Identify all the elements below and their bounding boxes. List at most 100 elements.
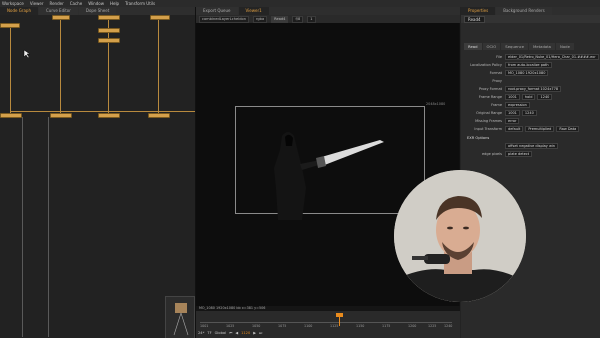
- menu-workspace[interactable]: Workspace: [2, 0, 24, 7]
- subtab-metadata[interactable]: Metadata: [529, 43, 556, 50]
- transport-controls: 24* TF Global ⏮ ◀ 1120 ▶ ⏭: [198, 329, 262, 336]
- wire: [158, 19, 159, 115]
- last-frame-field[interactable]: 1240: [537, 94, 553, 100]
- tick-label: 1175: [382, 324, 391, 328]
- param-row-frame: Frame expression: [461, 102, 600, 108]
- input-layer-select[interactable]: combinedLayerLcheldon: [199, 15, 249, 23]
- node-graph-navigator[interactable]: [165, 296, 195, 338]
- wire: [108, 19, 109, 115]
- timeline[interactable]: 1001 1025 1050 1075 1100 1125 1150 1175 …: [196, 311, 460, 338]
- wire: [10, 111, 195, 112]
- tab-dope-sheet[interactable]: Dope Sheet: [78, 7, 117, 15]
- node-graph-tabbar: Node Graph Curve Editor Dope Sheet: [0, 7, 195, 15]
- before-select[interactable]: hold: [521, 94, 536, 100]
- gamma-control[interactable]: 1: [307, 15, 316, 23]
- input-transform-select[interactable]: default: [505, 126, 524, 132]
- current-frame-field[interactable]: 1120: [241, 330, 250, 336]
- node-graph-panel[interactable]: Node Graph Curve Editor Dope Sheet: [0, 7, 196, 338]
- param-row-proxy: Proxy: [461, 78, 600, 84]
- wire: [22, 117, 23, 337]
- timeline-ruler[interactable]: [200, 317, 452, 323]
- subtab-node[interactable]: Node: [556, 43, 574, 50]
- format-label: 2048x1080: [426, 102, 446, 106]
- param-row-input-transform: Input Transform default Premultiplied Ra…: [461, 126, 600, 132]
- edge-pixels-select[interactable]: plate detect: [505, 151, 533, 157]
- subtab-ocio[interactable]: OCIO: [482, 43, 501, 50]
- read-node[interactable]: [0, 23, 20, 28]
- proxy-format-select[interactable]: root.proxy_format 1024x778: [505, 86, 562, 92]
- merge-node[interactable]: [148, 113, 170, 118]
- premultiplied-checkbox[interactable]: Premultiplied: [525, 126, 555, 132]
- param-label: Missing Frames: [475, 119, 502, 123]
- subtab-read[interactable]: Read: [464, 43, 482, 50]
- param-label: Localization Policy: [470, 63, 502, 67]
- skip-start-icon[interactable]: ⏮: [229, 330, 232, 336]
- fps-field[interactable]: 24*: [198, 330, 204, 336]
- mouse-cursor-icon: [23, 49, 31, 59]
- orig-last-field[interactable]: 1240: [521, 110, 537, 116]
- step-back-icon[interactable]: ◀: [235, 330, 238, 336]
- param-label: Proxy: [492, 79, 502, 83]
- param-label: Frame: [491, 103, 502, 107]
- tick-label: 1001: [200, 324, 209, 328]
- node-select[interactable]: Read4: [271, 15, 289, 23]
- menu-transform-utils[interactable]: Transform Utils: [125, 0, 155, 7]
- menu-window[interactable]: Window: [88, 0, 104, 7]
- subtab-sequence[interactable]: Sequence: [501, 43, 529, 50]
- character-image: [274, 132, 384, 220]
- merge-node[interactable]: [0, 113, 22, 118]
- navigator-wires: [173, 312, 189, 336]
- read-node[interactable]: [98, 15, 120, 20]
- param-label: edge pixels: [482, 152, 502, 156]
- wire: [10, 25, 11, 115]
- skip-end-icon[interactable]: ⏭: [259, 330, 262, 336]
- menu-help[interactable]: Help: [110, 0, 119, 7]
- merge-node[interactable]: [98, 113, 120, 118]
- param-row-frame-range: Frame Range 1001 hold 1240: [461, 94, 600, 100]
- tick-label: 1100: [304, 324, 313, 328]
- first-frame-field[interactable]: 1001: [505, 94, 520, 100]
- tab-viewer1[interactable]: Viewer1: [238, 7, 269, 15]
- properties-subtabs: Read OCIO Sequence Metadata Node: [461, 43, 600, 50]
- param-row-exr-offset: offset negative display win: [461, 143, 600, 149]
- menu-cache[interactable]: Cache: [70, 0, 82, 7]
- param-row-original-range: Original Range 1001 1240: [461, 110, 600, 116]
- tab-curve-editor[interactable]: Curve Editor: [38, 7, 78, 15]
- node-header: Read4: [461, 15, 600, 23]
- offset-negative-checkbox[interactable]: offset negative display win: [505, 143, 559, 149]
- gain-control[interactable]: f/8: [292, 15, 304, 23]
- tick-label: 1200: [408, 324, 417, 328]
- menu-viewer[interactable]: Viewer: [30, 0, 44, 7]
- param-row-edge-pixels: edge pixels plate detect: [461, 151, 600, 157]
- merge-node[interactable]: [98, 38, 120, 43]
- merge-node[interactable]: [50, 113, 72, 118]
- tab-background-renders[interactable]: Background Renders: [496, 7, 552, 15]
- param-row-proxy-format: Proxy Format root.proxy_format 1024x778: [461, 86, 600, 92]
- tick-label: 1075: [278, 324, 287, 328]
- node-name-field[interactable]: Read4: [464, 15, 485, 23]
- missing-frames-select[interactable]: error: [505, 118, 520, 124]
- tab-export-queue[interactable]: Export Queue: [196, 7, 238, 15]
- merge-node[interactable]: [98, 28, 120, 33]
- localization-select[interactable]: from auto-localize path: [505, 62, 552, 68]
- scope-select[interactable]: Global: [215, 330, 226, 336]
- raw-data-checkbox[interactable]: Raw Data: [556, 126, 580, 132]
- file-path-field[interactable]: elder_01/Retro_Nuke_01/Hero_Char_01.####…: [505, 54, 599, 60]
- tab-node-graph[interactable]: Node Graph: [0, 7, 38, 15]
- tf-toggle[interactable]: TF: [207, 330, 211, 336]
- param-label: Proxy Format: [478, 87, 502, 91]
- frame-mode-select[interactable]: expression: [505, 102, 530, 108]
- channel-select[interactable]: rgba: [252, 15, 268, 23]
- read-node[interactable]: [150, 15, 170, 20]
- format-select[interactable]: MO_1080 1920x1080: [505, 70, 549, 76]
- exr-options-heading: EXR Options: [467, 136, 490, 140]
- menu-render[interactable]: Render: [49, 0, 63, 7]
- presenter-image: [394, 170, 526, 302]
- read-node[interactable]: [52, 15, 70, 20]
- tick-label: 1225: [428, 324, 437, 328]
- param-row-localization: Localization Policy from auto-localize p…: [461, 62, 600, 68]
- playhead[interactable]: [339, 314, 340, 326]
- play-icon[interactable]: ▶: [253, 330, 256, 336]
- tab-properties[interactable]: Properties: [461, 7, 496, 15]
- orig-first-field[interactable]: 1001: [505, 110, 520, 116]
